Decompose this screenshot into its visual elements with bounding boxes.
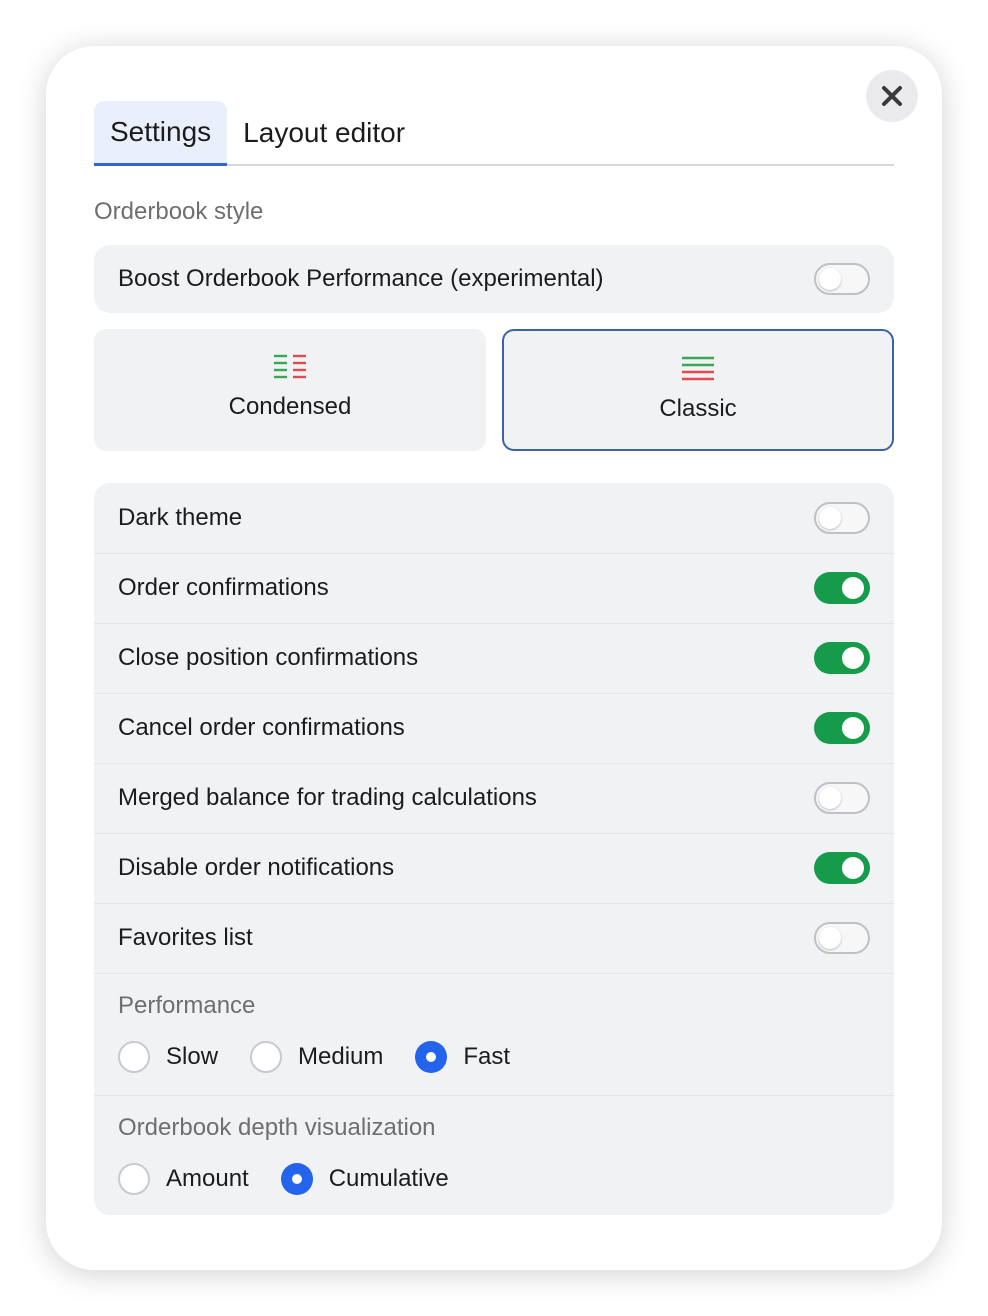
depth-option-cumulative[interactable]: Cumulative [280, 1163, 449, 1195]
setting-label: Merged balance for trading calculations [118, 784, 537, 811]
boost-performance-label: Boost Orderbook Performance (experimenta… [118, 265, 604, 292]
close-position-confirmations-toggle[interactable] [814, 642, 870, 674]
tab-layout-editor[interactable]: Layout editor [227, 101, 421, 164]
radio-fast[interactable] [415, 1041, 448, 1073]
settings-list: Dark theme Order confirmations Close pos… [94, 483, 894, 1215]
setting-label: Close position confirmations [118, 644, 419, 671]
divider [94, 1095, 894, 1096]
cancel-order-confirmations-toggle[interactable] [814, 712, 870, 744]
setting-label: Favorites list [118, 924, 253, 951]
classic-label: Classic [659, 395, 737, 422]
settings-modal: Settings Layout editor Orderbook style B… [46, 46, 942, 1270]
classic-orderbook-icon [682, 356, 714, 381]
performance-option-medium[interactable]: Medium [250, 1041, 383, 1073]
classic-style-option[interactable]: Classic [502, 329, 894, 451]
condensed-style-option[interactable]: Condensed [94, 329, 486, 451]
setting-row-favorites-list: Favorites list [94, 903, 894, 973]
disable-order-notifications-toggle[interactable] [814, 852, 870, 884]
radio-slow[interactable] [118, 1041, 150, 1073]
performance-option-slow[interactable]: Slow [118, 1041, 218, 1073]
radio-label: Medium [298, 1043, 384, 1070]
setting-label: Disable order notifications [118, 854, 395, 881]
performance-label: Performance [118, 992, 256, 1019]
depth-option-amount[interactable]: Amount [118, 1163, 249, 1195]
setting-label: Order confirmations [118, 574, 329, 601]
depth-visualization-label: Orderbook depth visualization [118, 1114, 436, 1141]
merged-balance-toggle[interactable] [814, 782, 870, 814]
radio-amount[interactable] [118, 1163, 150, 1195]
setting-row-dark-theme: Dark theme [94, 483, 894, 553]
setting-label: Cancel order confirmations [118, 714, 405, 741]
favorites-list-toggle[interactable] [814, 922, 870, 954]
boost-performance-card: Boost Orderbook Performance (experimenta… [94, 245, 894, 313]
radio-label: Fast [463, 1043, 511, 1070]
radio-label: Amount [166, 1165, 249, 1192]
setting-row-cancel-order-confirmations: Cancel order confirmations [94, 693, 894, 763]
setting-row-merged-balance: Merged balance for trading calculations [94, 763, 894, 833]
depth-visualization-radio-group: Amount Cumulative [118, 1163, 481, 1195]
radio-medium[interactable] [250, 1041, 283, 1073]
dark-theme-toggle[interactable] [814, 502, 870, 534]
setting-label: Dark theme [118, 504, 243, 531]
setting-row-close-position-confirmations: Close position confirmations [94, 623, 894, 693]
performance-option-fast[interactable]: Fast [415, 1041, 510, 1073]
boost-performance-toggle[interactable] [814, 263, 870, 295]
radio-label: Cumulative [328, 1165, 449, 1192]
setting-row-disable-order-notifications: Disable order notifications [94, 833, 894, 903]
performance-radio-group: Slow Medium Fast [118, 1041, 542, 1073]
order-confirmations-toggle[interactable] [814, 572, 870, 604]
radio-label: Slow [166, 1043, 219, 1070]
boost-performance-row: Boost Orderbook Performance (experimenta… [94, 245, 894, 313]
orderbook-style-label: Orderbook style [94, 198, 264, 225]
radio-cumulative[interactable] [280, 1163, 313, 1195]
tab-settings[interactable]: Settings [94, 101, 228, 166]
setting-row-order-confirmations: Order confirmations [94, 553, 894, 623]
divider [94, 973, 894, 974]
condensed-orderbook-icon [274, 354, 306, 379]
condensed-label: Condensed [228, 393, 352, 420]
tab-bar: Settings Layout editor [94, 101, 894, 166]
